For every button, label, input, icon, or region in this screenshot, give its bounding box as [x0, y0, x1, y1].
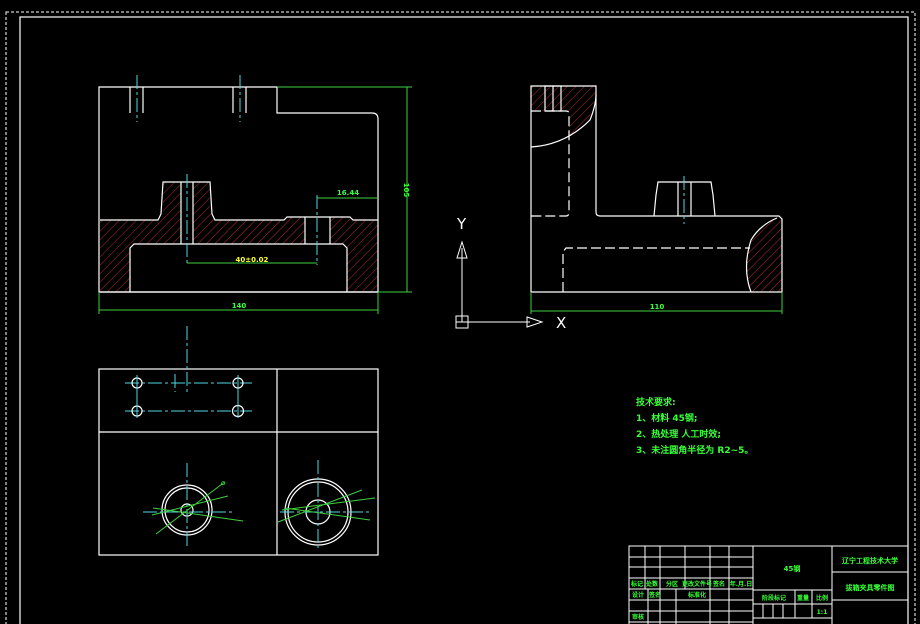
- tb-label: 更改文件号: [682, 580, 712, 588]
- cad-drawing-canvas[interactable]: 40±0.02 16.44 105 140 110 Y X ⌀ 技术要求: 1、…: [0, 0, 920, 624]
- tb-label: 分区: [666, 580, 678, 588]
- tb-label: 处数: [645, 580, 659, 588]
- outer-frame: [5, 11, 916, 624]
- ucs-axis-icon: Y X: [455, 215, 566, 332]
- tb-sign: 签名: [648, 591, 661, 599]
- tb-drawing-title: 拔箱夹具零件图: [846, 583, 895, 592]
- top-view: ⌀: [98, 326, 379, 556]
- tb-standard: 标准化: [687, 591, 706, 599]
- tb-review: 审核: [632, 613, 644, 621]
- requirements-title: 技术要求:: [636, 396, 676, 408]
- requirement-item: 2、热处理 人工时效;: [636, 428, 721, 440]
- front-view: 40±0.02 16.44 105 140: [98, 75, 412, 314]
- tb-label: 年.月.日: [730, 580, 753, 588]
- dim-front-width: 140: [232, 302, 247, 310]
- tb-weight: 重量: [797, 594, 809, 602]
- leader-label: ⌀: [221, 479, 225, 487]
- dim-right-offset: 16.44: [337, 189, 359, 197]
- tb-design: 设计: [632, 591, 644, 599]
- tb-material: 45钢: [784, 564, 801, 573]
- requirement-item: 1、材料 45钢;: [636, 412, 698, 424]
- technical-requirements: 技术要求: 1、材料 45钢; 2、热处理 人工时效; 3、未注圆角半径为 R2…: [636, 396, 753, 456]
- x-axis-label: X: [556, 314, 566, 332]
- tb-stage: 阶段标记: [762, 594, 786, 602]
- tb-ratio: 比例: [816, 594, 828, 602]
- dim-side-width: 110: [650, 303, 665, 311]
- side-view: 110: [530, 85, 783, 314]
- dim-front-height: 105: [402, 183, 410, 198]
- dim-hole-spacing: 40±0.02: [236, 256, 269, 264]
- tb-scale: 1:1: [817, 609, 828, 616]
- tb-label: 标记: [630, 580, 643, 588]
- tb-school: 辽宁工程技术大学: [842, 556, 898, 565]
- y-axis-label: Y: [456, 215, 467, 233]
- title-block: 标记 处数 分区 更改文件号 签名 年.月.日 设计 签名 标准化 审核 45钢…: [628, 545, 909, 624]
- inner-frame: [19, 16, 909, 624]
- requirement-item: 3、未注圆角半径为 R2~5。: [636, 444, 753, 456]
- tb-label: 签名: [712, 580, 725, 588]
